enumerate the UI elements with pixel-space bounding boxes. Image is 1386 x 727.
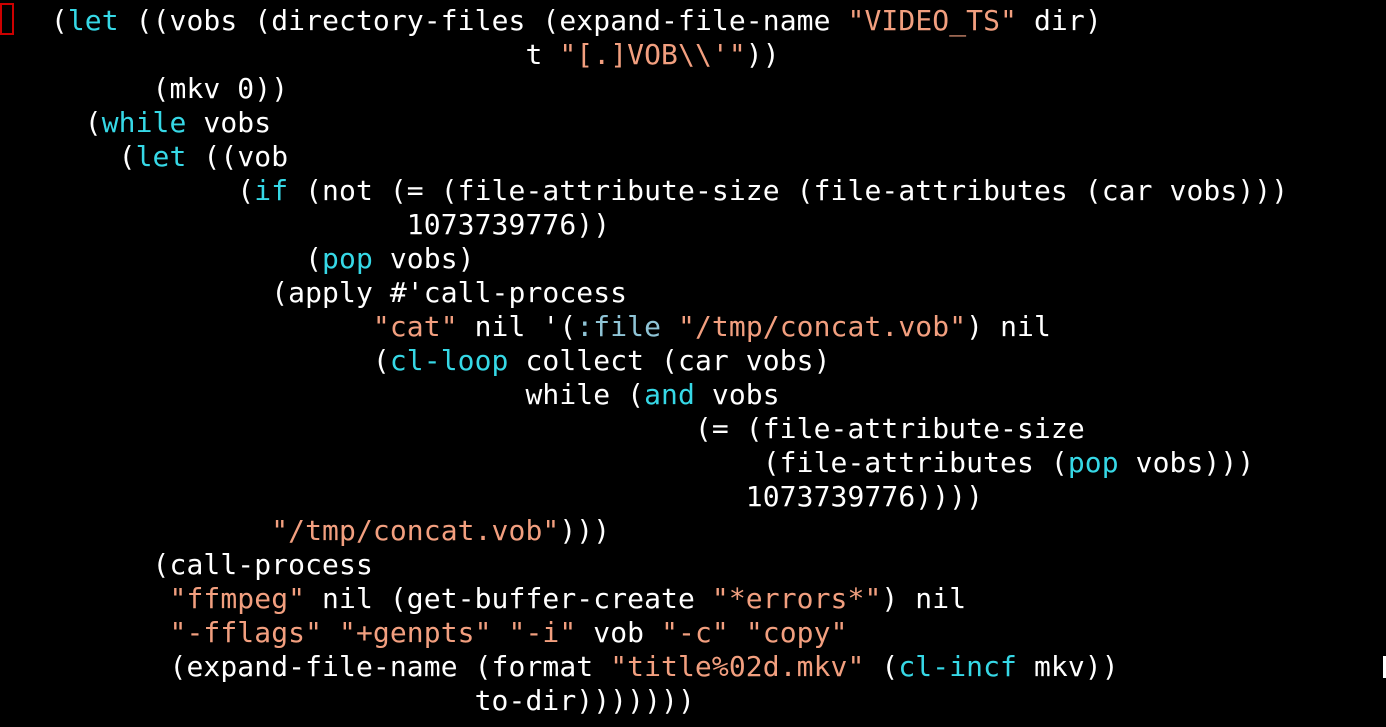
- code-token-default: )): [745, 38, 780, 71]
- code-token-default: [492, 616, 509, 649]
- code-token-default: dir): [1017, 4, 1102, 37]
- code-token-default: [0, 310, 373, 343]
- code-token-default: [0, 514, 271, 547]
- code-line[interactable]: (= (file-attribute-size: [0, 412, 1085, 446]
- code-line[interactable]: (mkv 0)): [0, 72, 289, 106]
- code-line[interactable]: (let ((vob: [0, 140, 288, 174]
- code-token-string: "-c": [661, 616, 729, 649]
- code-token-default: (: [0, 4, 68, 37]
- code-token-default: ((vob: [186, 140, 289, 173]
- code-token-default: mkv)): [1017, 650, 1119, 683]
- code-token-string: "/tmp/concat.vob": [678, 310, 967, 343]
- code-token-keyword: while: [101, 106, 187, 139]
- code-token-default: ) nil: [966, 310, 1051, 343]
- code-token-default: (expand-file-name (format: [0, 650, 611, 683]
- code-token-default: 1073739776)))): [0, 480, 984, 513]
- code-token-string: "copy": [745, 616, 848, 649]
- code-token-default: ((vobs (directory-files (expand-file-nam…: [118, 4, 848, 37]
- code-token-default: [661, 310, 678, 343]
- code-token-default: vob: [576, 616, 662, 649]
- code-token-string: "-fflags": [169, 616, 323, 649]
- code-token-default: [322, 616, 339, 649]
- code-line[interactable]: to-dir))))))): [0, 684, 695, 718]
- code-line[interactable]: (expand-file-name (format "title%02d.mkv…: [0, 650, 1119, 684]
- code-line[interactable]: "cat" nil '(:file "/tmp/concat.vob") nil: [0, 310, 1051, 344]
- code-token-keyword: if: [254, 174, 289, 207]
- code-line[interactable]: "-fflags" "+genpts" "-i" vob "-c" "copy": [0, 616, 848, 650]
- code-token-default: while (: [0, 378, 645, 411]
- code-token-default: (= (file-attribute-size: [0, 412, 1085, 445]
- code-token-string: "*errors*": [711, 582, 882, 615]
- code-line[interactable]: (pop vobs): [0, 242, 475, 276]
- code-token-keyword: and: [644, 378, 695, 411]
- code-token-default: [729, 616, 746, 649]
- code-token-default: (mkv 0)): [0, 72, 289, 105]
- code-line[interactable]: (if (not (= (file-attribute-size (file-a…: [0, 174, 1288, 208]
- code-line[interactable]: "/tmp/concat.vob"))): [0, 514, 610, 548]
- code-token-keyword: let: [135, 140, 187, 173]
- code-token-default: vobs): [372, 242, 475, 275]
- code-token-default: (: [0, 242, 323, 275]
- code-token-default: 1073739776)): [0, 208, 611, 241]
- code-token-string: "VIDEO_TS": [847, 4, 1018, 37]
- code-token-string: "/tmp/concat.vob": [271, 514, 560, 547]
- code-token-default: (not (= (file-attribute-size (file-attri…: [288, 174, 1289, 207]
- code-editor[interactable]: (let ((vobs (directory-files (expand-fil…: [0, 0, 1386, 727]
- code-line[interactable]: 1073739776)): [0, 208, 610, 242]
- code-line[interactable]: (let ((vobs (directory-files (expand-fil…: [0, 4, 1102, 38]
- code-token-keyword: cl-loop: [389, 344, 509, 377]
- code-token-default: nil (get-buffer-create: [305, 582, 712, 615]
- code-token-default: (apply #'call-process: [0, 276, 628, 309]
- code-line[interactable]: t "[.]VOB\\'")): [0, 38, 780, 72]
- code-token-string: "title%02d.mkv": [610, 650, 865, 683]
- code-token-default: (file-attributes (: [0, 446, 1068, 479]
- code-token-default: t: [0, 38, 560, 71]
- code-line[interactable]: 1073739776)))): [0, 480, 983, 514]
- code-token-keyword: let: [67, 4, 119, 37]
- code-token-default: to-dir))))))): [0, 684, 695, 717]
- code-line[interactable]: while (and vobs: [0, 378, 780, 412]
- code-token-default: ) nil: [881, 582, 967, 615]
- code-token-keyword: cl-incf: [898, 650, 1017, 683]
- code-line[interactable]: (cl-loop collect (car vobs): [0, 344, 831, 378]
- code-token-default: vobs))): [1118, 446, 1255, 479]
- code-token-default: (: [0, 140, 136, 173]
- code-token-builtin: :file: [576, 310, 662, 343]
- code-line[interactable]: (file-attributes (pop vobs))): [0, 446, 1254, 480]
- code-token-keyword: pop: [1067, 446, 1119, 479]
- code-token-string: "-i": [508, 616, 577, 649]
- code-token-default: nil '(: [457, 310, 577, 343]
- code-token-default: [0, 616, 170, 649]
- code-line[interactable]: (apply #'call-process: [0, 276, 627, 310]
- code-token-keyword: pop: [322, 242, 373, 275]
- code-token-string: "[.]VOB\\'": [559, 38, 746, 71]
- code-line[interactable]: (call-process: [0, 548, 373, 582]
- code-token-default: (: [0, 106, 102, 139]
- code-token-default: vobs: [694, 378, 780, 411]
- code-token-string: "+genpts": [339, 616, 492, 649]
- code-token-default: (: [0, 344, 390, 377]
- code-token-string: "ffmpeg": [169, 582, 306, 615]
- code-token-default: (: [864, 650, 899, 683]
- code-token-default: (: [0, 174, 255, 207]
- code-token-default: ))): [559, 514, 611, 547]
- code-token-string: "cat": [372, 310, 458, 343]
- code-token-default: vobs: [186, 106, 272, 139]
- code-token-default: (call-process: [0, 548, 373, 581]
- code-token-default: [0, 582, 170, 615]
- code-line[interactable]: (while vobs: [0, 106, 271, 140]
- code-token-default: collect (car vobs): [508, 344, 831, 377]
- code-line[interactable]: "ffmpeg" nil (get-buffer-create "*errors…: [0, 582, 967, 616]
